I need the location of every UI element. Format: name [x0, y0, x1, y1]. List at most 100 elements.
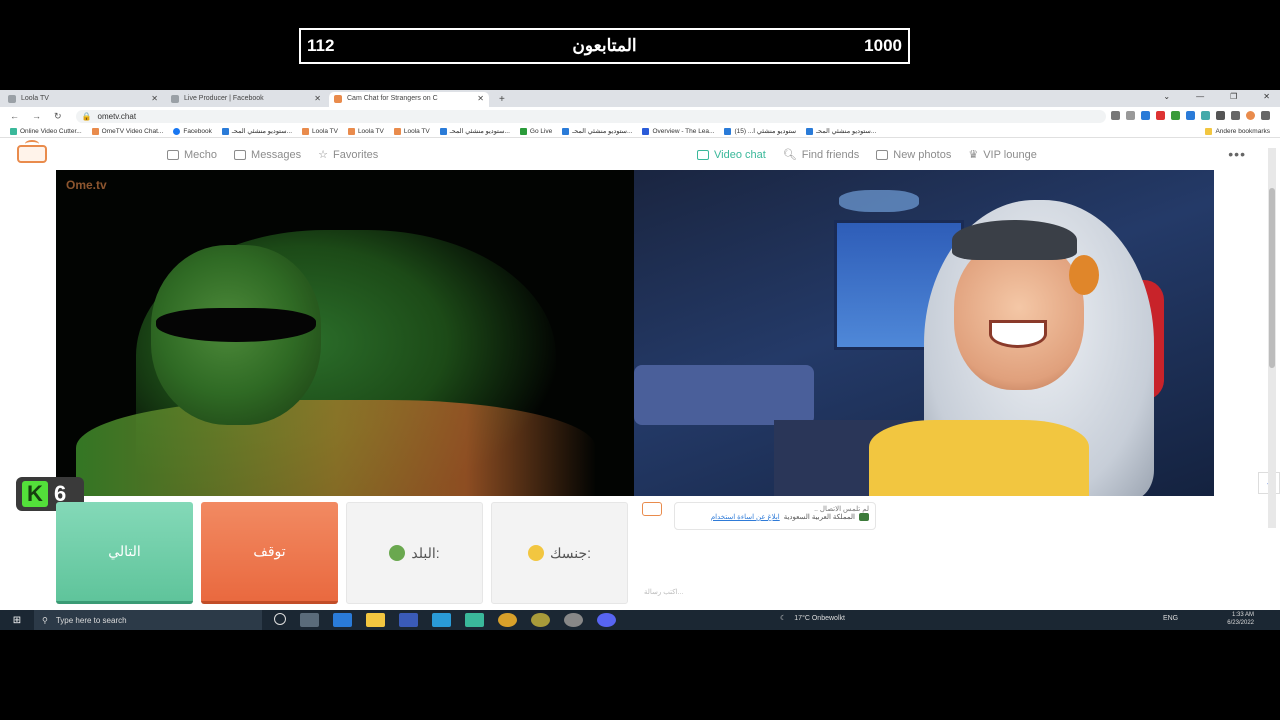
bookmark[interactable]: Online Video Cutter... — [10, 127, 82, 135]
report-link[interactable]: ابلاغ عن اساءة استخدام — [711, 513, 780, 521]
bookmark[interactable]: ستوديو منشئي المحـ... — [562, 127, 632, 135]
new-tab-button[interactable]: + — [499, 94, 505, 107]
bookmark-icon — [347, 127, 355, 135]
star-icon: ☆ — [318, 149, 329, 161]
close-icon[interactable]: ✕ — [1263, 92, 1270, 101]
gender-select[interactable]: جنسك: — [491, 502, 628, 604]
video-scene — [156, 308, 316, 342]
minimize-icon[interactable]: — — [1196, 92, 1204, 101]
extension-icon[interactable] — [1171, 111, 1180, 120]
restore-icon[interactable]: ❐ — [1230, 92, 1237, 101]
nav-video-chat[interactable]: Video chat — [697, 148, 766, 161]
folder-icon[interactable] — [366, 613, 385, 627]
bookmark[interactable]: Facebook — [173, 127, 212, 135]
avatar[interactable] — [1246, 111, 1255, 120]
nav-favorites[interactable]: ☆ Favorites — [318, 148, 378, 162]
close-icon[interactable]: ✕ — [151, 94, 158, 103]
followers-label: المتابعون — [572, 36, 637, 55]
bookmark[interactable]: ستوديو منشئي المحـ... — [806, 127, 876, 135]
forward-icon[interactable]: → — [32, 111, 41, 122]
language-indicator[interactable]: ENG — [1163, 615, 1178, 622]
extension-icon[interactable] — [1201, 111, 1210, 120]
tab-label: Cam Chat for Strangers on C — [347, 95, 438, 102]
menu-icon[interactable] — [1261, 111, 1270, 120]
video-icon — [697, 149, 709, 160]
bookmark-icon — [806, 127, 814, 135]
browser-tab[interactable]: Live Producer | Facebook ✕ — [166, 92, 326, 107]
extension-icon[interactable] — [1111, 111, 1120, 120]
app-icon[interactable] — [531, 613, 550, 627]
bookmark[interactable]: Loola TV — [347, 127, 384, 135]
video-scene — [839, 190, 919, 212]
app-icon[interactable] — [465, 613, 484, 627]
stream-frame: 112 المتابعون 1000 Loola TV ✕ Live Produ… — [0, 0, 1280, 720]
chat-panel: لم تلمس الاتصال .. المملكة العربية السعو… — [636, 500, 1214, 604]
chat-input[interactable]: اكتب رسالة... — [636, 588, 1214, 602]
close-icon[interactable]: ✕ — [314, 94, 321, 103]
browser-tab[interactable]: Loola TV ✕ — [3, 92, 163, 107]
tab-label: Loola TV — [21, 95, 49, 102]
taskbar-search[interactable]: ⚲ Type here to search — [34, 610, 262, 630]
other-bookmarks[interactable]: Andere bookmarks — [1205, 128, 1270, 135]
extension-icon[interactable] — [1186, 111, 1195, 120]
sidebar-icon[interactable] — [1231, 111, 1240, 120]
more-menu-icon[interactable]: ••• — [1228, 146, 1246, 162]
video-scene — [954, 240, 1084, 390]
chevron-down-icon[interactable]: ⌄ — [1163, 92, 1170, 101]
edge-icon[interactable] — [333, 613, 352, 627]
bookmark[interactable]: ستوديو منشئي المحـ... — [439, 127, 510, 135]
bookmarks-bar: Online Video Cutter... OmeTV Video Chat.… — [0, 125, 1280, 138]
face-icon — [527, 545, 544, 561]
cortana-icon[interactable] — [274, 613, 286, 625]
reload-icon[interactable]: ↻ — [54, 111, 62, 122]
bookmark[interactable]: Loola TV — [302, 127, 338, 135]
ometv-logo[interactable] — [17, 140, 47, 163]
nav-messages[interactable]: Messages — [234, 148, 301, 161]
mail-icon[interactable] — [432, 613, 451, 627]
tab-favicon-icon — [171, 95, 179, 103]
next-button[interactable]: التالي — [56, 502, 193, 604]
chrome-icon[interactable] — [498, 613, 517, 627]
discord-icon[interactable] — [597, 613, 616, 627]
url-field[interactable]: 🔒 ometv.chat — [75, 109, 1106, 123]
store-icon[interactable] — [399, 613, 418, 627]
scrollbar-thumb[interactable] — [1269, 188, 1275, 368]
bookmark-icon — [393, 127, 401, 135]
taskbar-clock[interactable]: 1:33 AM 6/23/2022 — [1227, 611, 1254, 627]
close-icon[interactable]: ✕ — [477, 94, 484, 103]
browser-tab-active[interactable]: Cam Chat for Strangers on C ✕ — [329, 92, 489, 107]
bookmark-icon — [642, 127, 650, 135]
folder-icon — [1205, 128, 1213, 135]
bookmark[interactable]: Loola TV — [393, 127, 430, 135]
bookmark[interactable]: ستوديو منشئي المحـ... — [221, 127, 292, 135]
ometv-watermark: Ome.tv — [66, 178, 107, 192]
back-icon[interactable]: ← — [10, 111, 19, 122]
weather-text[interactable]: 17°C Onbewolkt — [794, 615, 845, 622]
scrollbar[interactable] — [1268, 148, 1276, 528]
stop-button[interactable]: توقف — [201, 502, 338, 604]
lock-icon — [167, 149, 179, 160]
bookmark[interactable]: Overview - The Lea... — [642, 127, 714, 135]
task-view-icon[interactable] — [300, 613, 319, 627]
ometv-header: Mecho Messages ☆ Favorites Video chat 🔍︎ F… — [0, 138, 1280, 170]
url-text: ometv.chat — [97, 111, 137, 121]
bookmark[interactable]: Go Live — [519, 127, 552, 135]
country-select[interactable]: البلد: — [346, 502, 483, 604]
nav-find-friends[interactable]: 🔍︎ Find friends — [783, 148, 859, 162]
bookmark[interactable]: ستوديو منشئي ا... (15) — [724, 127, 796, 135]
tab-favicon-icon — [334, 95, 342, 103]
follower-count-right: 1000 — [864, 36, 902, 55]
windows-start-icon[interactable]: ⊞ — [0, 615, 34, 626]
follower-count-left: 112 — [307, 36, 335, 55]
nav-vip-lounge[interactable]: ♛ VIP lounge — [968, 148, 1037, 162]
nav-new-photos[interactable]: New photos — [876, 148, 951, 161]
share-icon[interactable] — [1126, 111, 1135, 120]
bookmark[interactable]: OmeTV Video Chat... — [91, 127, 163, 135]
extension-icon[interactable] — [1156, 111, 1165, 120]
bookmark-icon — [221, 127, 229, 135]
mail-icon — [234, 149, 247, 160]
star-icon[interactable] — [1141, 111, 1150, 120]
puzzle-icon[interactable] — [1216, 111, 1225, 120]
nav-profile[interactable]: Mecho — [167, 148, 217, 161]
app-icon[interactable] — [564, 613, 583, 627]
